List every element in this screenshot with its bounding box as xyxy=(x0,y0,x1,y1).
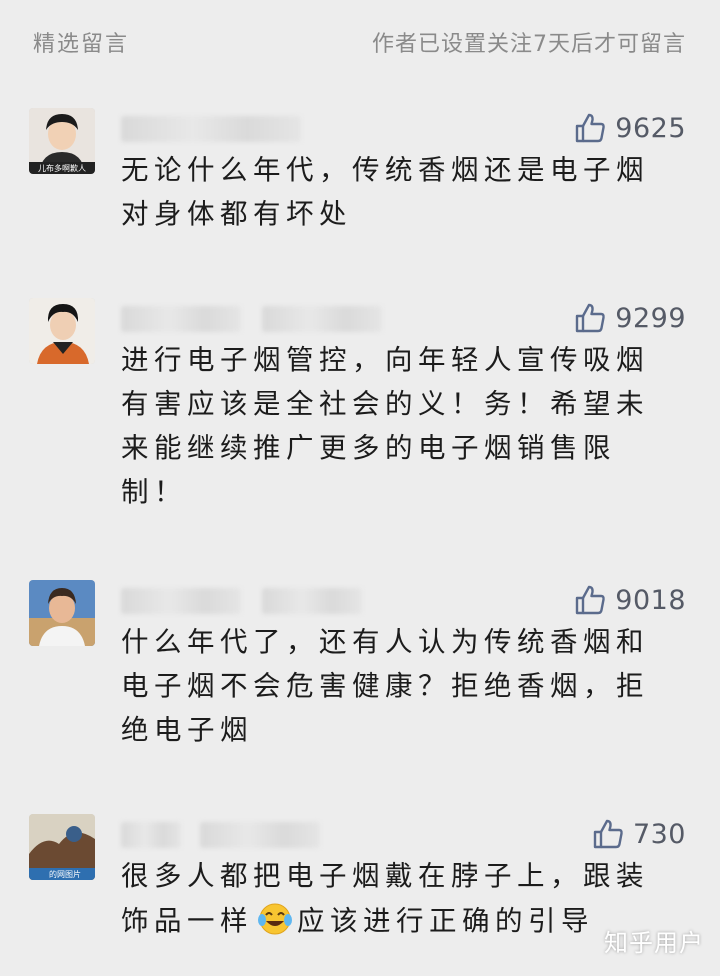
watermark: 知乎用户 xyxy=(604,929,704,957)
avatar[interactable]: 的网图片 xyxy=(29,814,95,880)
thumbs-up-icon xyxy=(576,303,606,333)
comment-restriction-notice: 作者已设置关注7天后才可留言 xyxy=(372,32,686,57)
blurred-username xyxy=(200,822,320,848)
comment-text-after: 应该进行正确的引导 xyxy=(297,905,594,937)
blurred-username xyxy=(121,822,181,848)
thumbs-up-icon xyxy=(576,113,606,143)
comment-text: 很多人都把电子烟戴在脖子上，跟装饰品一样 应该进行正确的引导 xyxy=(121,854,681,943)
like-count: 9018 xyxy=(615,584,686,616)
comment-text: 进行电子烟管控，向年轻人宣传吸烟有害应该是全社会的义！务！希望未来能继续推广更多… xyxy=(121,344,649,508)
like-button[interactable]: 9299 xyxy=(573,298,686,338)
like-button[interactable]: 9625 xyxy=(573,108,686,148)
blurred-username xyxy=(121,116,301,142)
blurred-username xyxy=(121,306,241,332)
comment-text: 无论什么年代，传统香烟还是电子烟对身体都有坏处 xyxy=(121,154,649,230)
like-count: 730 xyxy=(632,818,686,850)
tears-of-joy-icon xyxy=(255,898,295,938)
avatar[interactable] xyxy=(29,580,95,646)
blurred-username xyxy=(121,588,241,614)
thumbs-up-icon xyxy=(593,819,623,849)
featured-comments-label: 精选留言 xyxy=(33,32,130,57)
comment-text: 什么年代了，还有人认为传统香烟和电子烟不会危害健康？拒绝香烟，拒绝电子烟 xyxy=(121,626,649,746)
comments-header: 精选留言 作者已设置关注7天后才可留言 xyxy=(0,0,720,80)
thumbs-up-icon xyxy=(576,585,606,615)
avatar[interactable] xyxy=(29,298,95,364)
avatar[interactable]: 儿布多啊歉人 xyxy=(29,108,95,174)
svg-text:的网图片: 的网图片 xyxy=(49,869,81,879)
like-count: 9299 xyxy=(615,302,686,334)
blurred-username xyxy=(262,588,362,614)
svg-text:儿布多啊歉人: 儿布多啊歉人 xyxy=(38,163,86,173)
blurred-username xyxy=(262,306,382,332)
like-count: 9625 xyxy=(615,112,686,144)
like-button[interactable]: 730 xyxy=(591,814,686,854)
like-button[interactable]: 9018 xyxy=(573,580,686,620)
